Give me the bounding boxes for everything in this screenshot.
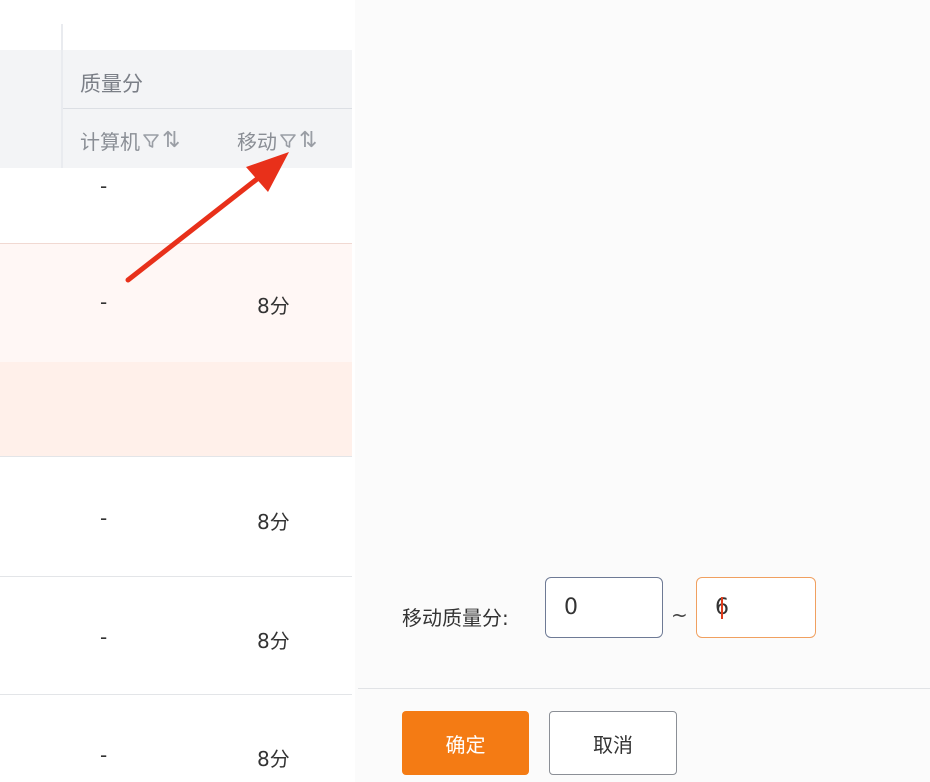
cell-mobile: 8分 xyxy=(257,629,290,653)
table-row: - xyxy=(0,168,352,243)
text-caret xyxy=(721,596,723,619)
cell-computer: - xyxy=(100,174,108,198)
quality-score-table: 质量分 计算机 ⇅ 移动 ⇅ - - 8分 - 8分 - 8分 - 8分 xyxy=(0,0,355,782)
filter-panel xyxy=(355,0,930,782)
column-header-computer[interactable]: 计算机 ⇅ xyxy=(80,126,180,155)
header-separator xyxy=(63,108,352,109)
confirm-button[interactable]: 确定 xyxy=(402,711,529,775)
sort-icon[interactable]: ⇅ xyxy=(299,128,317,153)
cell-mobile: 8分 xyxy=(257,510,290,534)
table-row: - 8分 xyxy=(0,576,352,694)
funnel-icon[interactable] xyxy=(279,132,297,150)
cancel-button[interactable]: 取消 xyxy=(549,711,677,775)
column-label-computer: 计算机 xyxy=(80,130,140,154)
cell-computer: - xyxy=(100,743,108,767)
table-row: - 8分 xyxy=(0,694,352,782)
table-row: - 8分 xyxy=(0,243,352,362)
column-label-mobile: 移动 xyxy=(237,130,277,154)
panel-divider xyxy=(358,688,930,689)
cell-mobile: 8分 xyxy=(257,294,290,318)
sort-icon[interactable]: ⇅ xyxy=(162,128,180,153)
filter-label: 移动质量分: xyxy=(402,606,509,630)
cell-mobile: 8分 xyxy=(257,747,290,771)
table-row: - 8分 xyxy=(0,456,352,576)
min-score-value: 0 xyxy=(564,595,578,620)
group-header-quality-score: 质量分 xyxy=(80,72,143,96)
cell-computer: - xyxy=(100,290,108,314)
table-row xyxy=(0,362,352,456)
min-score-input[interactable]: 0 xyxy=(545,577,663,638)
cell-computer: - xyxy=(100,506,108,530)
funnel-icon[interactable] xyxy=(142,132,160,150)
range-separator: ~ xyxy=(671,603,688,627)
cell-computer: - xyxy=(100,625,108,649)
max-score-input[interactable]: 6 xyxy=(696,577,816,638)
column-header-mobile[interactable]: 移动 ⇅ xyxy=(237,126,317,155)
